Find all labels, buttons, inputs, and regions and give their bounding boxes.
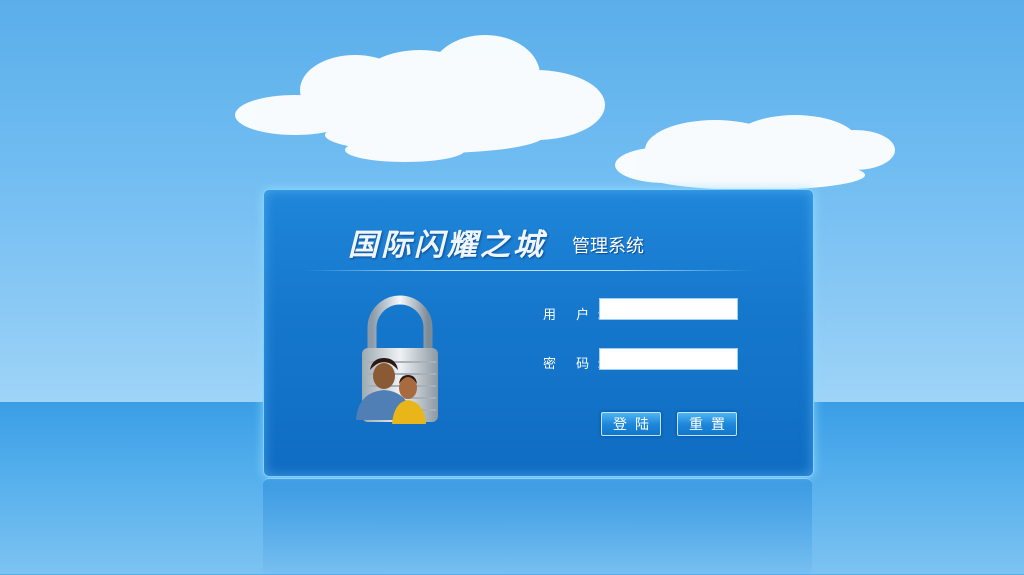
login-panel: 国际闪耀之城 管理系统 用 户: 密 码: 登陆 重置 [263,189,814,477]
login-button[interactable]: 登陆 [601,412,661,436]
panel-reflection [263,478,812,575]
system-subtitle: 管理系统 [572,236,644,257]
reset-button[interactable]: 重置 [677,412,737,436]
cloud-left [235,35,605,162]
password-input[interactable] [599,348,738,370]
title-divider [304,270,754,271]
logo-text: 国际闪耀之城 [348,228,546,263]
cloud-right [615,115,895,190]
lock-users-icon [356,295,438,424]
username-input[interactable] [599,298,738,320]
